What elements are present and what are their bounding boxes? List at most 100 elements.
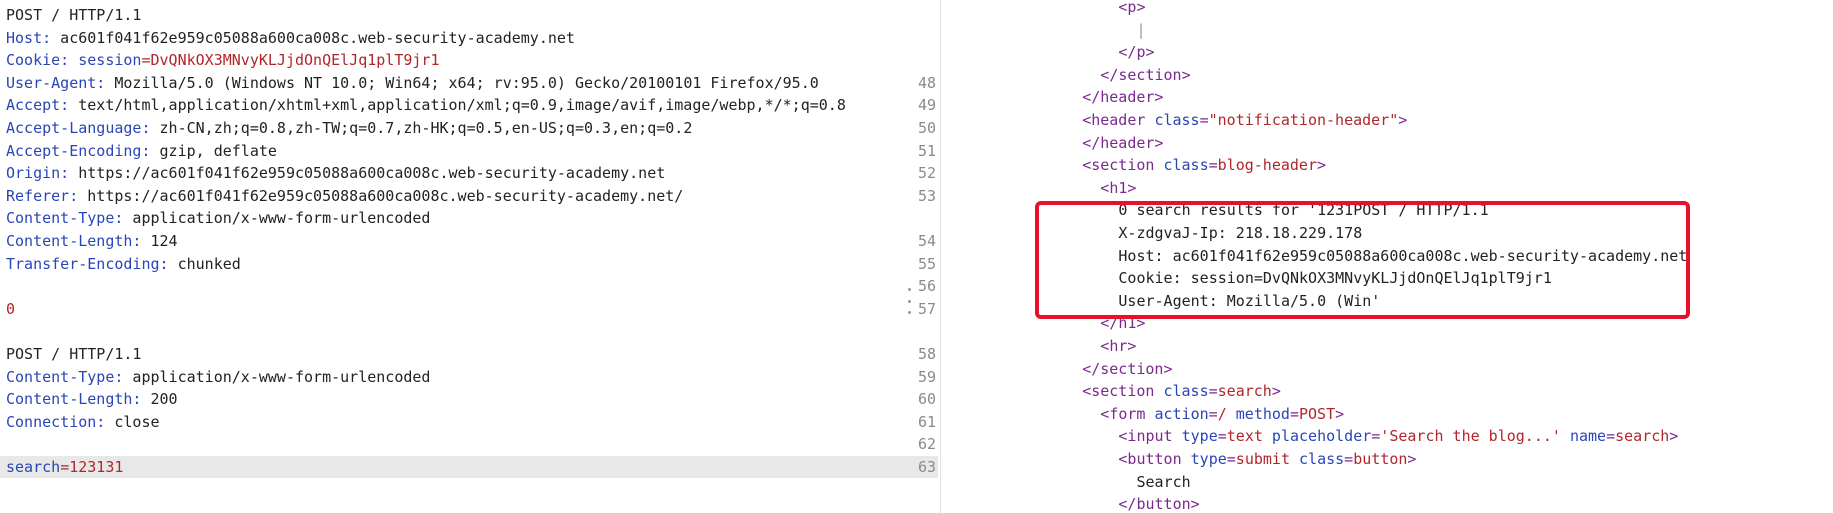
line-number: 49 [917,96,936,115]
request-line[interactable] [0,433,938,455]
code-token: > [1317,156,1327,175]
request-line-text: POST / HTTP/1.1 [6,343,141,365]
code-token: </header> [1082,133,1164,152]
response-line[interactable]: </header> [942,132,1833,154]
request-line-text: search=123131 [6,456,123,478]
code-token: = [1226,450,1236,468]
code-token: = [1208,156,1218,175]
request-line[interactable]: search=123131 [0,456,938,478]
request-pane[interactable]: POST / HTTP/1.1 Host: ac601f041f62e959c05… [0,0,938,513]
request-line[interactable]: Referer: https://ac601f041f62e959c05088a… [0,185,938,207]
code-token: class [1154,111,1200,129]
header-name: Content-Type: [6,367,124,386]
header-name: Accept: [6,96,70,115]
request-line[interactable] [0,320,938,342]
code-token: class [1163,382,1209,401]
request-line[interactable]: Cookie: session=DvQNkOX3MNvyKLJjdOnQElJq… [0,49,938,71]
line-number: 58 [917,345,936,363]
code-token: button [1353,450,1408,468]
header-value: Mozilla/5.0 (Windows NT 10.0; Win64; x64… [105,73,819,92]
response-line[interactable]: <section class=blog-header> [942,154,1833,176]
request-line-text: POST / HTTP/1.1 [6,4,141,26]
response-line[interactable]: <input type=text placeholder='Search the… [942,425,1833,447]
line-number: 51 [917,141,936,160]
response-line[interactable]: | [942,19,1833,41]
code-token: = [1217,427,1227,446]
header-value: text/html,application/xhtml+xml,applicat… [69,96,846,115]
code-token: <section [1082,382,1164,401]
request-line[interactable]: Connection: close [0,411,938,433]
request-line[interactable] [0,275,938,297]
pane-resize-handle[interactable] [906,288,912,314]
header-name: User-Agent: [6,73,106,92]
request-line[interactable]: 0 [0,298,938,320]
line-number: 59 [917,367,936,386]
request-line[interactable]: Accept-Language: zh-CN,zh;q=0.8,zh-TW;q=… [0,117,938,139]
request-line[interactable]: Content-Type: application/x-www-form-url… [0,207,938,229]
request-line[interactable]: User-Agent: Mozilla/5.0 (Windows NT 10.0… [0,72,938,94]
response-line-text: </section> [1100,64,1190,86]
request-line[interactable]: Content-Type: application/x-www-form-url… [0,366,938,388]
request-line-text: Accept-Encoding: gzip, deflate [6,140,277,162]
pane-divider [940,0,941,513]
header-value: chunked [168,254,241,273]
response-line[interactable]: <header class="notification-header"> [942,109,1833,131]
line-number: 50 [917,119,936,137]
request-line[interactable]: Accept-Encoding: gzip, deflate [0,140,938,162]
request-line[interactable]: Transfer-Encoding: chunked [0,253,938,275]
header-name: Connection: [6,412,106,431]
code-token: <p> [1118,0,1146,16]
response-line[interactable]: <hr> [942,335,1833,357]
code-token: > [1669,427,1679,446]
response-line-text: </section> [1082,358,1172,380]
cookie-name: session [78,51,142,70]
response-line[interactable]: <p> [942,0,1833,18]
response-line[interactable]: <section class=search> [942,380,1833,402]
header-name: Cookie: [6,51,70,70]
response-line[interactable]: <form action=/ method=POST> [942,403,1833,425]
line-number: 55 [917,254,936,273]
request-line-text: Cookie: session=DvQNkOX3MNvyKLJjdOnQElJq… [6,49,439,71]
response-line-text: </header> [1082,132,1163,154]
request-line[interactable]: Content-Length: 124 [0,230,938,252]
request-line[interactable]: Origin: https://ac601f041f62e959c05088a6… [0,162,938,184]
request-line-text: Transfer-Encoding: chunked [6,253,241,275]
response-line[interactable]: </section> [942,64,1833,86]
code-token: = [1606,427,1616,446]
code-token: <section [1082,156,1164,175]
request-line-text: Content-Length: 124 [6,230,178,252]
response-line-text: <form action=/ method=POST> [1100,403,1344,425]
header-value: zh-CN,zh;q=0.8,zh-TW;q=0.7,zh-HK;q=0.5,e… [150,119,693,137]
response-line[interactable]: </p> [942,41,1833,63]
code-token: type [1190,450,1227,468]
code-token: </button> [1118,495,1200,513]
header-name: Referer: [6,186,79,205]
request-line[interactable]: POST / HTTP/1.1 [0,343,938,365]
header-name: Accept-Language: [6,119,151,137]
response-line-text: <hr> [1100,335,1136,357]
response-line[interactable]: <h1> [942,177,1833,199]
response-line-text: <button type=submit class=button> [1118,448,1416,470]
code-token: <button [1118,450,1191,468]
response-line[interactable]: <button type=submit class=button> [942,448,1833,470]
request-line[interactable]: Host: ac601f041f62e959c05088a600ca008c.w… [0,27,938,49]
response-line[interactable]: Search [942,471,1833,493]
response-line[interactable]: </section> [942,358,1833,380]
code-token: class [1163,156,1209,175]
code-token: text [1226,427,1263,446]
code-token: > [1407,450,1417,468]
header-value: application/x-www-form-urlencoded [123,209,431,228]
response-line-text: </p> [1118,41,1154,63]
response-line[interactable]: </button> [942,493,1833,513]
cookie-value: =DvQNkOX3MNvyKLJjdOnQElJq1plT9jr1 [141,51,440,70]
request-line[interactable]: Accept: text/html,application/xhtml+xml,… [0,94,938,116]
header-value: 124 [141,232,178,250]
request-line[interactable]: Content-Length: 200 [0,388,938,410]
response-line[interactable]: </header> [942,86,1833,108]
code-token: = [1371,427,1381,446]
header-value: application/x-www-form-urlencoded [123,367,431,386]
request-line[interactable]: POST / HTTP/1.1 [0,4,938,26]
